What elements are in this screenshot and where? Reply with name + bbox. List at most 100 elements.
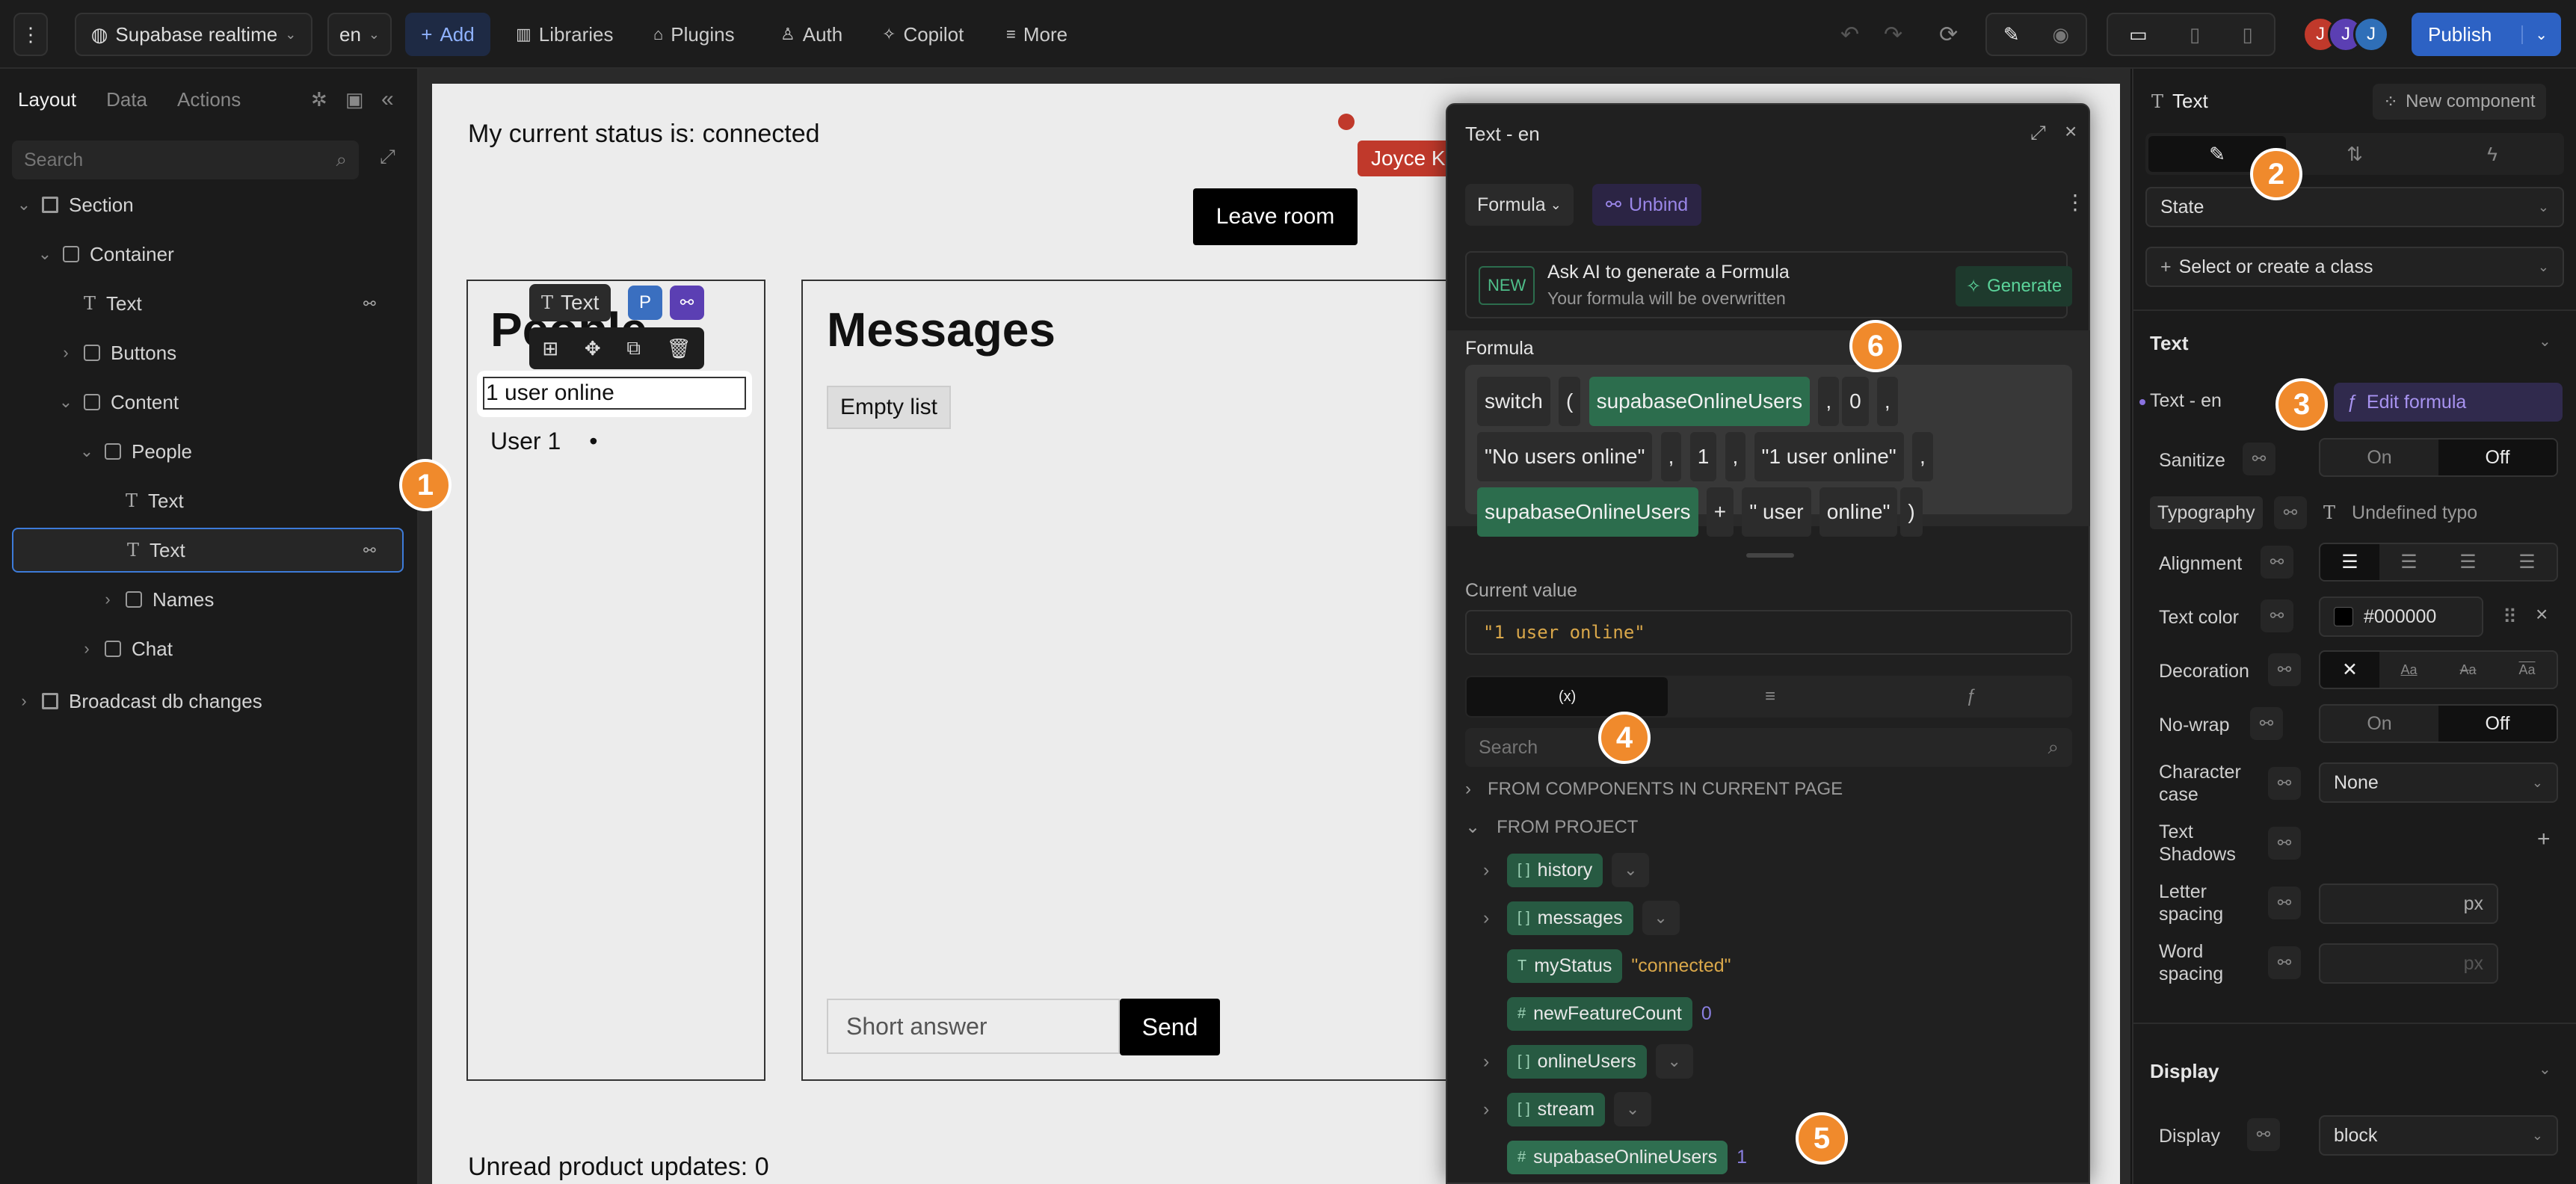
alignment-toggle[interactable]: ☰ ☰ ☰ ☰ bbox=[2319, 543, 2558, 582]
variable-chip[interactable]: # supabaseOnlineUsers bbox=[1507, 1140, 1728, 1174]
chevron-down-icon[interactable]: ⌄ bbox=[2539, 1060, 2551, 1079]
toggle-on[interactable]: On bbox=[2320, 440, 2438, 475]
bind-icon[interactable]: ⚯ bbox=[2261, 599, 2293, 632]
chevron-right-icon[interactable]: › bbox=[100, 590, 115, 609]
plugins-button[interactable]: ⌂ Plugins bbox=[653, 13, 735, 56]
variable-row[interactable]: TmyStatus "connected" bbox=[1483, 948, 1731, 984]
add-element-icon[interactable]: ⊞ bbox=[542, 337, 558, 360]
move-icon[interactable]: ✥ bbox=[585, 337, 601, 360]
variable-row[interactable]: # newFeatureCount 0 bbox=[1483, 996, 1712, 1032]
tree-item[interactable]: T Text bbox=[58, 281, 142, 326]
duplicate-icon[interactable]: ⧉ bbox=[626, 336, 641, 360]
typography-label[interactable]: Typography bbox=[2150, 496, 2263, 529]
element-label-chip[interactable]: T Text bbox=[529, 284, 611, 321]
undo-icon[interactable]: ↶ bbox=[1840, 13, 1859, 56]
bind-icon[interactable]: ⚯ bbox=[2243, 443, 2275, 475]
bind-icon[interactable]: ⚯ bbox=[2268, 653, 2301, 686]
formula-type-dropdown[interactable]: Formula ⌄ bbox=[1465, 184, 1574, 226]
eye-icon[interactable]: ◉ bbox=[2052, 23, 2069, 46]
formula-editor[interactable]: switch ( supabaseOnlineUsers ,0 ,"No use… bbox=[1465, 365, 2072, 537]
tree-item[interactable]: T Text bbox=[12, 528, 404, 573]
state-dropdown[interactable]: State ⌄ bbox=[2145, 187, 2564, 227]
variable-chip[interactable]: [ ] stream bbox=[1507, 1092, 1606, 1126]
toggle-on[interactable]: On bbox=[2320, 706, 2438, 741]
chevron-right-icon[interactable]: › bbox=[1483, 1051, 1498, 1073]
overline-icon[interactable]: Aa bbox=[2498, 652, 2557, 688]
bind-icon[interactable]: ⚯ bbox=[2250, 707, 2283, 740]
tree-item[interactable]: › Buttons bbox=[58, 330, 176, 375]
tab-layout[interactable]: Layout bbox=[18, 88, 76, 111]
underline-icon[interactable]: Aa bbox=[2379, 652, 2438, 688]
variable-row[interactable]: › [ ] onlineUsers ⌄ bbox=[1483, 1043, 1693, 1079]
add-shadow-icon[interactable]: + bbox=[2537, 827, 2551, 852]
online-count-text[interactable]: 1 user online bbox=[483, 377, 746, 410]
chevron-down-icon[interactable]: ⌄ bbox=[1614, 1092, 1652, 1126]
chevron-right-icon[interactable]: › bbox=[1483, 1099, 1498, 1120]
nowrap-toggle[interactable]: On Off bbox=[2319, 704, 2558, 743]
parent-chip[interactable]: P bbox=[628, 286, 662, 320]
refresh-icon[interactable]: ⟳ bbox=[1939, 13, 1958, 56]
mobile-icon[interactable]: ▯ bbox=[2243, 23, 2253, 46]
mode-toggle[interactable]: ✎ ◉ bbox=[1985, 13, 2087, 56]
sanitize-toggle[interactable]: On Off bbox=[2319, 438, 2558, 477]
chevron-down-icon[interactable]: ⌄ bbox=[1642, 901, 1680, 935]
auth-button[interactable]: ♙ Auth bbox=[780, 13, 842, 56]
tab-collections[interactable]: ≡ bbox=[1669, 677, 1870, 716]
bind-icon[interactable]: ⚯ bbox=[2268, 946, 2301, 979]
language-selector[interactable]: en ⌄ bbox=[327, 13, 392, 56]
edit-formula-button[interactable]: ƒ Edit formula bbox=[2334, 383, 2563, 422]
chevron-right-icon[interactable]: › bbox=[16, 691, 31, 711]
chevron-down-icon[interactable]: ⌄ bbox=[37, 244, 52, 264]
drag-handle-icon[interactable]: ⠿ bbox=[2503, 605, 2517, 629]
send-button[interactable]: Send bbox=[1120, 999, 1220, 1055]
pencil-icon[interactable]: ✎ bbox=[2003, 23, 2020, 46]
tree-item[interactable]: › Broadcast db changes bbox=[16, 679, 262, 724]
class-selector[interactable]: + Select or create a class ⌄ bbox=[2145, 247, 2564, 287]
variable-chip[interactable]: # newFeatureCount bbox=[1507, 996, 1692, 1031]
bind-icon[interactable]: ⚯ bbox=[2268, 887, 2301, 919]
tree-item[interactable]: ⌄ Section bbox=[16, 182, 134, 227]
bind-icon[interactable]: ⚯ bbox=[2274, 496, 2307, 529]
search-input[interactable] bbox=[24, 149, 308, 171]
project-selector[interactable]: ◍ Supabase realtime ⌄ bbox=[75, 13, 312, 56]
chevron-right-icon[interactable]: › bbox=[1483, 860, 1498, 881]
avatar[interactable]: J bbox=[2353, 16, 2389, 52]
tree-item[interactable]: ⌄ Container bbox=[37, 232, 174, 277]
typography-value[interactable]: T Undefined typo bbox=[2323, 496, 2477, 529]
new-component-button[interactable]: ⁘ New component bbox=[2373, 84, 2546, 120]
kebab-menu-icon[interactable]: ⋮ bbox=[13, 13, 48, 56]
character-case-dropdown[interactable]: None ⌄ bbox=[2319, 762, 2558, 803]
bug-icon[interactable]: ✲ bbox=[311, 88, 327, 111]
trash-icon[interactable]: 🗑 bbox=[667, 337, 691, 360]
collapse-panel-icon[interactable]: « bbox=[381, 87, 394, 112]
bind-icon[interactable]: ⚯ bbox=[2261, 546, 2293, 579]
chevron-down-icon[interactable]: ⌄ bbox=[1612, 853, 1650, 887]
tree-item[interactable]: T Text bbox=[100, 478, 184, 523]
variable-row[interactable]: # supabaseOnlineUsers 1 bbox=[1483, 1139, 1747, 1175]
color-swatch[interactable] bbox=[2334, 607, 2353, 626]
variable-row[interactable]: › [ ] stream ⌄ bbox=[1483, 1091, 1652, 1127]
bind-icon[interactable]: ⚯ bbox=[2268, 767, 2301, 800]
bound-link-icon[interactable]: ⚯ bbox=[670, 286, 704, 320]
align-center-icon[interactable]: ☰ bbox=[2379, 544, 2438, 580]
tree-item[interactable]: › Chat bbox=[79, 626, 173, 671]
more-button[interactable]: ≡ More bbox=[1006, 13, 1067, 56]
chevron-down-icon[interactable]: ⌄ bbox=[58, 392, 73, 412]
panel-layout-icon[interactable]: ▣ bbox=[345, 88, 364, 111]
expand-icon[interactable]: ⤢ bbox=[2030, 121, 2046, 145]
variable-chip[interactable]: [ ] onlineUsers bbox=[1507, 1044, 1647, 1079]
device-toggle[interactable]: ▭ ▯ ▯ bbox=[2107, 13, 2275, 56]
text-color-field[interactable]: #000000 bbox=[2319, 596, 2483, 637]
chevron-down-icon[interactable]: ⌄ bbox=[16, 195, 31, 215]
align-justify-icon[interactable]: ☰ bbox=[2498, 544, 2557, 580]
from-components-group[interactable]: › FROM COMPONENTS IN CURRENT PAGE bbox=[1465, 779, 1843, 800]
variable-chip[interactable]: TmyStatus bbox=[1507, 949, 1623, 983]
tree-item[interactable]: › Names bbox=[100, 577, 214, 622]
add-button[interactable]: + Add bbox=[405, 13, 490, 56]
resize-handle[interactable] bbox=[1746, 553, 1794, 558]
tab-variables[interactable]: (x) bbox=[1467, 677, 1668, 716]
toggle-off[interactable]: Off bbox=[2438, 440, 2557, 475]
decoration-none-icon[interactable]: ✕ bbox=[2320, 652, 2379, 688]
chevron-right-icon[interactable]: › bbox=[1483, 907, 1498, 929]
variable-row[interactable]: › [ ] history ⌄ bbox=[1483, 852, 1650, 888]
